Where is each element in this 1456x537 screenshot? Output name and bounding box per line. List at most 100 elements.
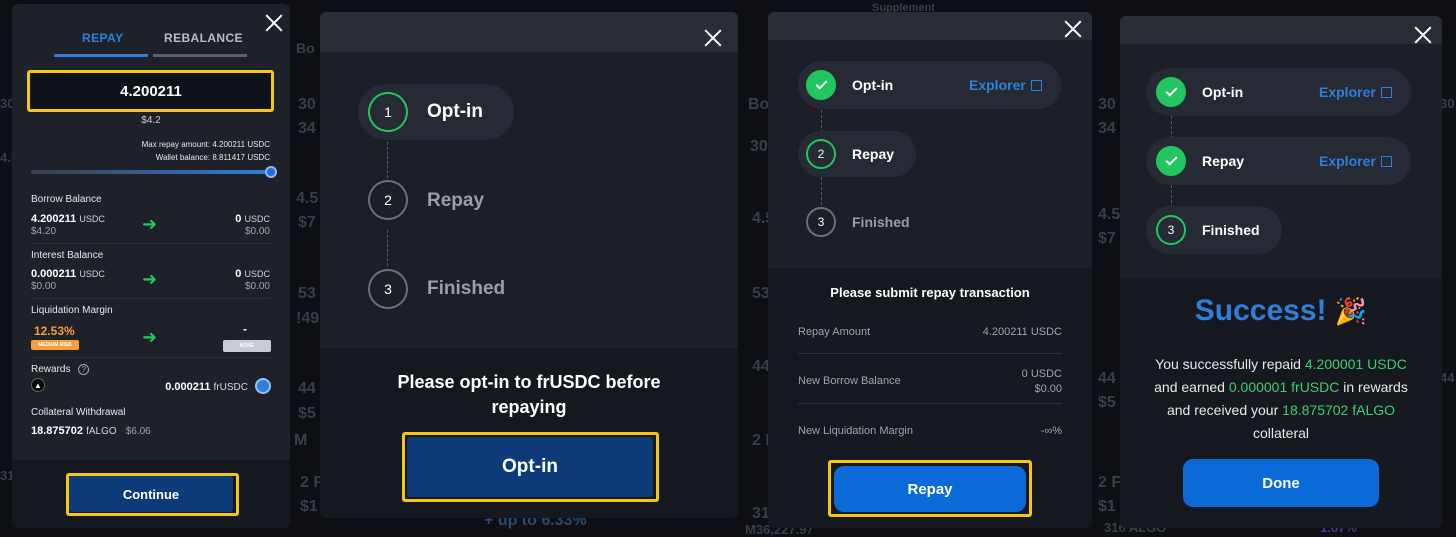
bg-text: 44 <box>1440 370 1455 385</box>
rewards-label: Rewards ? <box>31 364 90 375</box>
step-connector <box>387 142 388 178</box>
arrow-right-icon: ➜ <box>142 327 158 347</box>
bg-text: 30 <box>750 138 768 155</box>
divider <box>31 298 271 299</box>
close-icon[interactable] <box>1413 25 1433 45</box>
none-badge: NONE <box>223 340 271 352</box>
success-modal: Opt-in Explorer Repay Explorer 3 Finishe… <box>1120 16 1442 528</box>
amount-usd: $4.2 <box>141 115 161 126</box>
bg-text: 44 <box>298 380 316 397</box>
interest-balance-label: Interest Balance <box>31 250 104 261</box>
new-liquidation-label: New Liquidation Margin <box>798 425 913 437</box>
step-3-circle: 3 <box>806 207 836 237</box>
new-liquidation-value: -∞% <box>1040 425 1062 437</box>
collateral-value: 18.875702 fALGO $6.06 <box>31 425 151 437</box>
borrow-balance-label: Borrow Balance <box>31 194 102 205</box>
bg-text: M <box>294 432 308 449</box>
repay-amount-label: Repay Amount <box>798 326 871 338</box>
step-3-label: Finished <box>852 214 910 230</box>
divider <box>798 353 1062 354</box>
new-borrow-label: New Borrow Balance <box>798 375 901 387</box>
close-icon[interactable] <box>264 13 284 33</box>
amount-slider-track[interactable] <box>31 170 271 174</box>
highlight-frame <box>828 460 1032 517</box>
interest-to-value: 0 USDC <box>235 268 270 280</box>
bg-text: Bo <box>748 96 770 113</box>
step-connector <box>821 177 822 205</box>
bg-text: $5 <box>298 405 316 422</box>
interest-to-usd: $0.00 <box>244 281 270 292</box>
done-button[interactable]: Done <box>1183 459 1379 507</box>
bg-text: 2 F <box>1098 474 1122 491</box>
external-link-icon <box>1380 156 1392 167</box>
bg-text: 34 <box>298 120 316 137</box>
new-borrow-value: 0 USDC <box>1021 368 1062 380</box>
max-repay-text: Max repay amount: 4.200211 USDC <box>141 140 270 149</box>
tab-rebalance[interactable]: REBALANCE <box>164 31 243 45</box>
bg-text: 30 <box>298 96 316 113</box>
liquidation-margin-label: Liquidation Margin <box>31 305 113 316</box>
slider-handle[interactable] <box>265 166 277 178</box>
step-connector <box>387 230 388 266</box>
liquidation-to-value: - <box>243 322 247 336</box>
highlight-frame <box>27 70 274 112</box>
step-1-label: Opt-in <box>852 77 894 93</box>
modal-header <box>1120 16 1442 44</box>
opt-in-message: Please opt-in to frUSDC before repaying <box>397 372 661 417</box>
repay-transaction-modal: Opt-in Explorer 2 Repay 3 Finished Pleas… <box>768 12 1092 528</box>
bg-text: 4.5 <box>296 190 319 207</box>
step-2-label: Repay <box>427 190 485 211</box>
step-3-label: Finished <box>427 278 506 299</box>
check-icon <box>1156 77 1186 107</box>
bg-text: 30 <box>1098 96 1116 113</box>
highlight-frame <box>66 473 239 516</box>
interest-from-usd: $0.00 <box>31 281 57 292</box>
help-icon[interactable]: ? <box>78 364 90 375</box>
close-icon[interactable] <box>1063 19 1083 39</box>
step-2-label: Repay <box>852 146 895 162</box>
modal-header <box>768 12 1092 40</box>
explorer-link[interactable]: Explorer <box>1319 153 1392 169</box>
close-icon[interactable] <box>703 28 723 48</box>
divider <box>31 357 271 358</box>
collateral-withdrawal-label: Collateral Withdrawal <box>31 407 126 418</box>
step-1-label: Opt-in <box>1202 84 1244 100</box>
amount-slider-fill <box>31 170 271 174</box>
explorer-link[interactable]: Explorer <box>969 77 1042 93</box>
submit-title: Please submit repay transaction <box>830 285 1030 300</box>
tab-repay[interactable]: REPAY <box>82 31 123 45</box>
external-link-icon <box>1380 87 1392 98</box>
bg-text: 4.5 <box>1098 206 1121 223</box>
step-1-circle: 1 <box>368 92 408 132</box>
bg-text: 30 <box>1440 96 1455 111</box>
tab-rebalance-indicator <box>153 54 247 57</box>
borrow-from-usd: $4.20 <box>31 226 57 237</box>
interest-from-value: 0.000211 USDC <box>31 268 105 280</box>
step-3-circle: 3 <box>368 269 408 309</box>
explorer-link[interactable]: Explorer <box>1319 84 1392 100</box>
bg-text: $5 <box>1098 394 1116 411</box>
bg-text: $1 <box>1098 498 1116 515</box>
new-borrow-usd: $0.00 <box>1034 383 1062 395</box>
step-2-circle: 2 <box>368 180 408 220</box>
step-3-circle: 3 <box>1156 215 1186 245</box>
external-link-icon <box>1030 80 1042 91</box>
risk-badge: MEDIUM RISK <box>31 340 79 350</box>
bg-text: 44 <box>1098 370 1116 387</box>
arrow-right-icon: ➜ <box>142 269 158 289</box>
bg-text: 53 <box>298 285 316 302</box>
step-3-label: Finished <box>1202 222 1260 238</box>
frusdc-token-icon <box>255 378 271 394</box>
bg-text: $1 <box>300 498 318 515</box>
highlight-frame <box>402 432 659 502</box>
rewards-value: 0.000211 frUSDC <box>165 381 248 393</box>
algorand-logo-icon: ▲ <box>31 378 45 392</box>
step-1-label: Opt-in <box>427 101 483 122</box>
success-message: You successfully repaid 4.200001 USDC an… <box>1154 356 1408 441</box>
success-title: Success! 🎉 <box>1194 294 1368 327</box>
tab-repay-indicator <box>54 54 148 57</box>
party-icon: 🎉 <box>1334 296 1368 326</box>
liquidation-from-value: 12.53% <box>34 324 75 338</box>
check-icon <box>806 70 836 100</box>
step-2-label: Repay <box>1202 153 1245 169</box>
